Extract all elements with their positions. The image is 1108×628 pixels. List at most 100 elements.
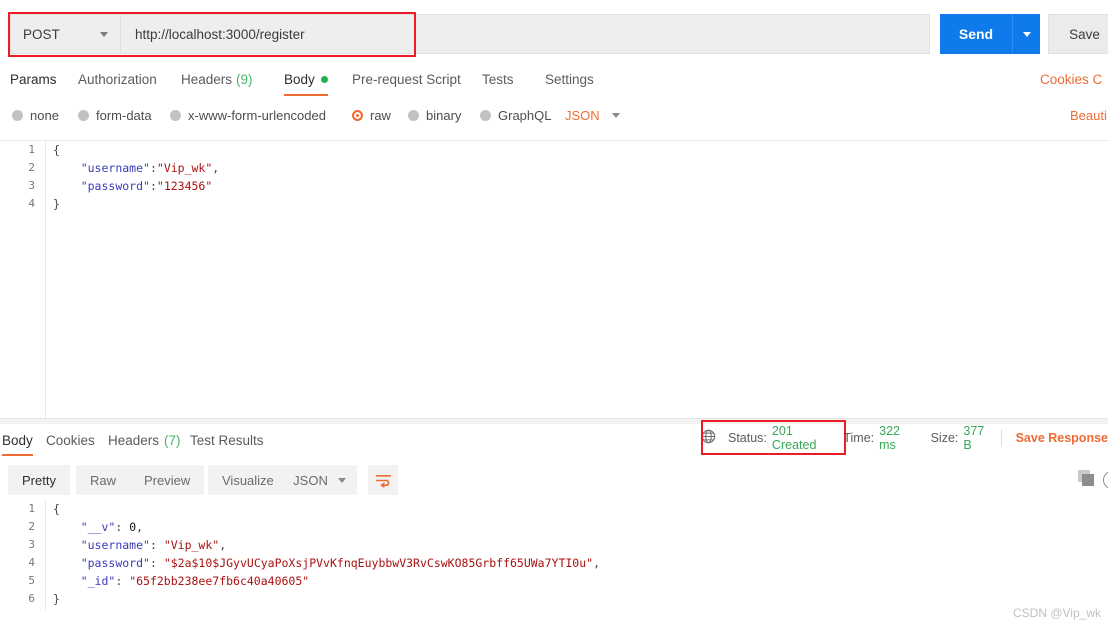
- line-number: 5: [28, 574, 35, 587]
- copy-icon: [1078, 470, 1094, 486]
- request-body-editor[interactable]: 1234 { "username":"Vip_wk", "password":"…: [0, 140, 1108, 418]
- tab-params[interactable]: Params: [10, 62, 57, 96]
- body-type-selector: none form-data x-www-form-urlencoded raw…: [0, 101, 1108, 129]
- view-mode-label: Raw: [90, 472, 117, 488]
- view-mode-raw[interactable]: Raw: [76, 465, 131, 495]
- line-number: 2: [28, 161, 35, 174]
- body-type-graphql[interactable]: GraphQL: [480, 101, 551, 129]
- view-mode-preview[interactable]: Preview: [130, 465, 205, 495]
- code-token: :: [149, 538, 164, 552]
- body-format-dropdown[interactable]: JSON: [565, 101, 620, 129]
- code-token: :: [149, 556, 164, 570]
- save-response-button[interactable]: Save Response: [1016, 431, 1108, 445]
- body-type-label: GraphQL: [498, 107, 552, 123]
- view-mode-label: Preview: [144, 472, 191, 488]
- globe-icon: [701, 429, 716, 447]
- code-line: "password":"123456": [47, 177, 1108, 195]
- code-token: "password": [80, 556, 150, 570]
- code-line: "password": "$2a$10$JGyvUCyaPoXsjPVvKfnq…: [47, 554, 1108, 572]
- http-method-label: POST: [23, 26, 60, 42]
- copy-button[interactable]: [1075, 467, 1099, 493]
- radio-icon: [480, 109, 491, 121]
- code-token: }: [53, 592, 60, 606]
- body-type-label: form-data: [96, 107, 152, 123]
- body-type-binary[interactable]: binary: [408, 101, 461, 129]
- line-number-gutter: 1 2 3 4: [0, 141, 46, 418]
- tab-pre-request-script[interactable]: Pre-request Script: [352, 62, 461, 96]
- cookies-link[interactable]: Cookies C: [1040, 62, 1102, 96]
- word-wrap-button[interactable]: [368, 465, 398, 495]
- code-token: "65f2bb238ee7fb6c40a40605": [129, 574, 310, 588]
- body-present-dot-icon: [320, 75, 328, 83]
- view-mode-label: Visualize: [222, 472, 274, 488]
- response-body-editor[interactable]: 1 2 3 4 5 6 { "__v": 0, "username": "Vip_wk",…: [0, 500, 1108, 610]
- time-label: Time:: [843, 431, 875, 445]
- tab-body[interactable]: Body: [284, 62, 328, 96]
- tab-settings[interactable]: Settings: [545, 62, 594, 96]
- body-type-urlencoded[interactable]: x-www-form-urlencoded: [170, 101, 326, 129]
- line-number: 1: [28, 143, 35, 156]
- send-options-button[interactable]: [1012, 14, 1040, 54]
- search-icon[interactable]: [1103, 471, 1108, 489]
- tab-headers[interactable]: Headers (9): [181, 62, 253, 96]
- code-line: }: [47, 590, 1108, 608]
- radio-icon: [408, 109, 419, 121]
- code-line: }: [47, 195, 1108, 213]
- tab-label: Authorization: [78, 71, 157, 87]
- view-mode-visualize[interactable]: Visualize: [208, 465, 288, 495]
- http-method-dropdown[interactable]: POST: [11, 15, 121, 53]
- code-token: "$2a$10$JGyvUCyaPoXsjPVvKfnqEuybbwV3RvCs…: [163, 556, 594, 570]
- tab-label: Body: [2, 432, 33, 448]
- line-number: 1: [28, 502, 35, 515]
- response-tab-cookies[interactable]: Cookies: [46, 426, 95, 454]
- response-tab-body[interactable]: Body: [2, 426, 33, 456]
- code-line: "username": "Vip_wk",: [47, 536, 1108, 554]
- code-token: "username": [80, 161, 150, 175]
- code-token: :: [115, 520, 130, 534]
- response-format-dropdown[interactable]: JSON: [282, 465, 357, 495]
- tab-label: Body: [284, 71, 315, 87]
- response-status-strip: Status: 201 Created Time: 322 ms Size: 3…: [701, 424, 1108, 452]
- send-button[interactable]: Send: [940, 14, 1012, 54]
- code-token: ,: [136, 520, 144, 534]
- watermark: CSDN @Vip_wk: [1013, 606, 1101, 620]
- view-mode-label: Pretty: [22, 472, 56, 488]
- code-line: "username":"Vip_wk",: [47, 159, 1108, 177]
- code-token: :: [149, 179, 157, 193]
- code-token: :: [115, 574, 130, 588]
- time-value: 322 ms: [879, 424, 900, 452]
- request-body-code[interactable]: { "username":"Vip_wk", "password":"12345…: [47, 141, 1108, 418]
- status-label: Status:: [728, 431, 767, 445]
- line-number: 2: [28, 520, 35, 533]
- code-token: "123456": [156, 179, 213, 193]
- code-token: "Vip_wk": [163, 538, 220, 552]
- body-type-none[interactable]: none: [12, 101, 59, 129]
- response-body-code[interactable]: { "__v": 0, "username": "Vip_wk", "passw…: [47, 500, 1108, 610]
- tab-label: Params: [10, 71, 57, 87]
- tab-label: Headers: [108, 432, 160, 448]
- code-line: "__v": 0,: [47, 518, 1108, 536]
- code-token: "_id": [80, 574, 116, 588]
- body-type-label: none: [30, 107, 59, 123]
- tab-tests[interactable]: Tests: [482, 62, 514, 96]
- chevron-down-icon: [100, 32, 108, 37]
- word-wrap-icon: [375, 474, 391, 488]
- response-tab-test-results[interactable]: Test Results: [190, 426, 264, 454]
- view-mode-pretty[interactable]: Pretty: [8, 465, 70, 495]
- method-url-group: POST http://localhost:3000/register: [10, 14, 930, 54]
- request-url-input[interactable]: http://localhost:3000/register: [121, 15, 929, 53]
- response-tab-headers[interactable]: Headers (7): [108, 426, 181, 454]
- save-button[interactable]: Save: [1048, 14, 1108, 54]
- tab-authorization[interactable]: Authorization: [78, 62, 157, 96]
- body-type-form-data[interactable]: form-data: [78, 101, 152, 129]
- code-token: ,: [212, 161, 220, 175]
- body-type-raw[interactable]: raw: [352, 101, 391, 129]
- beautify-button[interactable]: Beauti: [1070, 101, 1107, 129]
- tab-label: Tests: [482, 71, 514, 87]
- radio-icon: [170, 109, 181, 121]
- tab-label: Test Results: [190, 432, 264, 448]
